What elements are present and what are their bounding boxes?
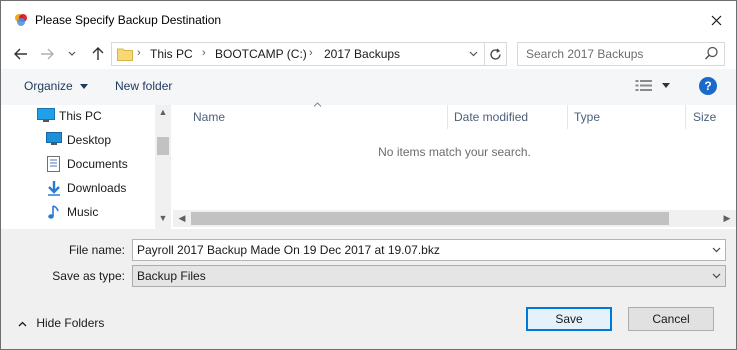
breadcrumb-drive[interactable]: BOOTCAMP (C:) — [215, 47, 307, 61]
save-dialog: Please Specify Backup Destination › This… — [0, 0, 737, 350]
column-header-type[interactable]: Type — [568, 105, 685, 129]
downloads-icon — [48, 181, 60, 196]
column-header-label: Size — [693, 110, 717, 124]
breadcrumb-separator-icon: › — [137, 47, 141, 59]
computer-icon — [37, 108, 55, 122]
nav-item-music[interactable]: Music — [1, 201, 155, 223]
column-header-date-modified[interactable]: Date modified — [448, 105, 567, 129]
nav-item-downloads[interactable]: Downloads — [1, 177, 155, 199]
close-button[interactable] — [701, 7, 731, 33]
empty-folder-message: No items match your search. — [378, 145, 531, 159]
arrow-left-icon — [14, 48, 27, 60]
organize-button[interactable]: Organize — [24, 79, 89, 93]
help-button[interactable]: ? — [699, 77, 717, 95]
column-header-label: Type — [574, 110, 601, 124]
app-logo-icon — [15, 14, 27, 26]
change-view-button[interactable] — [635, 79, 671, 95]
arrow-right-icon — [41, 48, 54, 60]
help-icon: ? — [704, 79, 712, 93]
breadcrumb-separator-icon: › — [202, 47, 206, 59]
chevron-down-icon — [469, 51, 477, 57]
cancel-button[interactable]: Cancel — [628, 307, 714, 331]
column-header-label: Date modified — [454, 110, 529, 124]
nav-item-label: Downloads — [67, 181, 127, 195]
forward-button[interactable] — [37, 43, 57, 65]
search-icon — [704, 46, 718, 60]
file-name-label: File name: — [68, 243, 125, 257]
search-box — [517, 42, 725, 66]
chevron-down-icon[interactable] — [712, 247, 721, 253]
nav-item-desktop[interactable]: Desktop — [1, 129, 155, 151]
new-folder-button[interactable]: New folder — [115, 79, 172, 93]
scroll-left-icon[interactable]: ◀ — [174, 213, 190, 224]
search-input[interactable] — [518, 43, 698, 65]
save-as-type-label: Save as type: — [52, 269, 125, 283]
refresh-button[interactable] — [484, 43, 506, 65]
refresh-icon — [490, 48, 501, 60]
nav-item-label: Documents — [67, 157, 128, 171]
hide-folders-label: Hide Folders — [36, 316, 105, 330]
nav-item-documents[interactable]: Documents — [1, 153, 155, 175]
scroll-right-icon[interactable]: ▶ — [719, 213, 735, 224]
save-button[interactable]: Save — [526, 307, 612, 331]
music-icon — [48, 205, 59, 219]
file-name-input[interactable]: Payroll 2017 Backup Made On 19 Dec 2017 … — [132, 239, 726, 261]
window-title: Please Specify Backup Destination — [35, 13, 222, 27]
breadcrumb-this-pc[interactable]: This PC — [150, 47, 193, 61]
hide-folders-button[interactable]: Hide Folders — [18, 316, 104, 330]
caret-down-icon — [662, 83, 671, 88]
scroll-up-icon[interactable]: ▲ — [155, 107, 171, 117]
nav-item-label: Music — [67, 205, 99, 219]
chevron-up-icon — [18, 321, 27, 327]
arrow-up-icon — [92, 47, 104, 60]
scroll-down-icon[interactable]: ▼ — [155, 213, 171, 223]
breadcrumb-folder[interactable]: 2017 Backups — [324, 47, 400, 61]
browser-area: This PC Desktop Documents Downloads Musi… — [1, 102, 736, 229]
scrollbar-thumb[interactable] — [191, 212, 669, 225]
column-header-size[interactable]: Size — [686, 105, 736, 129]
folder-icon — [117, 48, 133, 61]
details-view-icon — [635, 80, 652, 91]
close-icon — [711, 15, 721, 25]
save-as-type-select[interactable]: Backup Files — [132, 265, 726, 287]
recent-locations-button[interactable] — [65, 43, 79, 65]
nav-pane-scrollbar[interactable]: ▲ ▼ — [155, 105, 171, 229]
save-as-type-value: Backup Files — [137, 269, 206, 283]
desktop-icon — [46, 132, 62, 145]
address-bar[interactable]: › This PC › BOOTCAMP (C:) › 2017 Backups — [111, 42, 507, 66]
title-bar: Please Specify Backup Destination — [1, 1, 736, 39]
column-header-name[interactable]: Name — [173, 105, 448, 129]
nav-item-this-pc[interactable]: This PC — [1, 105, 155, 127]
chevron-down-icon — [68, 51, 76, 56]
back-button[interactable] — [11, 43, 31, 65]
column-header-label: Name — [193, 110, 226, 124]
new-folder-label: New folder — [115, 79, 173, 93]
command-bar: Organize New folder ? — [1, 69, 736, 105]
organize-label: Organize — [24, 79, 73, 93]
file-list: Name Date modified Type Size No items ma… — [173, 102, 736, 229]
navigation-bar: › This PC › BOOTCAMP (C:) › 2017 Backups — [1, 39, 736, 69]
file-list-horizontal-scrollbar[interactable]: ◀ ▶ — [173, 210, 736, 227]
file-name-value: Payroll 2017 Backup Made On 19 Dec 2017 … — [137, 243, 440, 257]
documents-icon — [47, 156, 60, 172]
chevron-down-icon — [712, 273, 721, 279]
breadcrumb-separator-icon: › — [309, 47, 313, 59]
up-button[interactable] — [88, 43, 108, 65]
navigation-pane: This PC Desktop Documents Downloads Musi… — [1, 105, 171, 229]
scrollbar-thumb[interactable] — [157, 137, 169, 155]
address-dropdown-button[interactable] — [463, 44, 483, 64]
nav-item-label: This PC — [59, 109, 102, 123]
caret-down-icon — [80, 84, 89, 90]
nav-item-label: Desktop — [67, 133, 112, 147]
